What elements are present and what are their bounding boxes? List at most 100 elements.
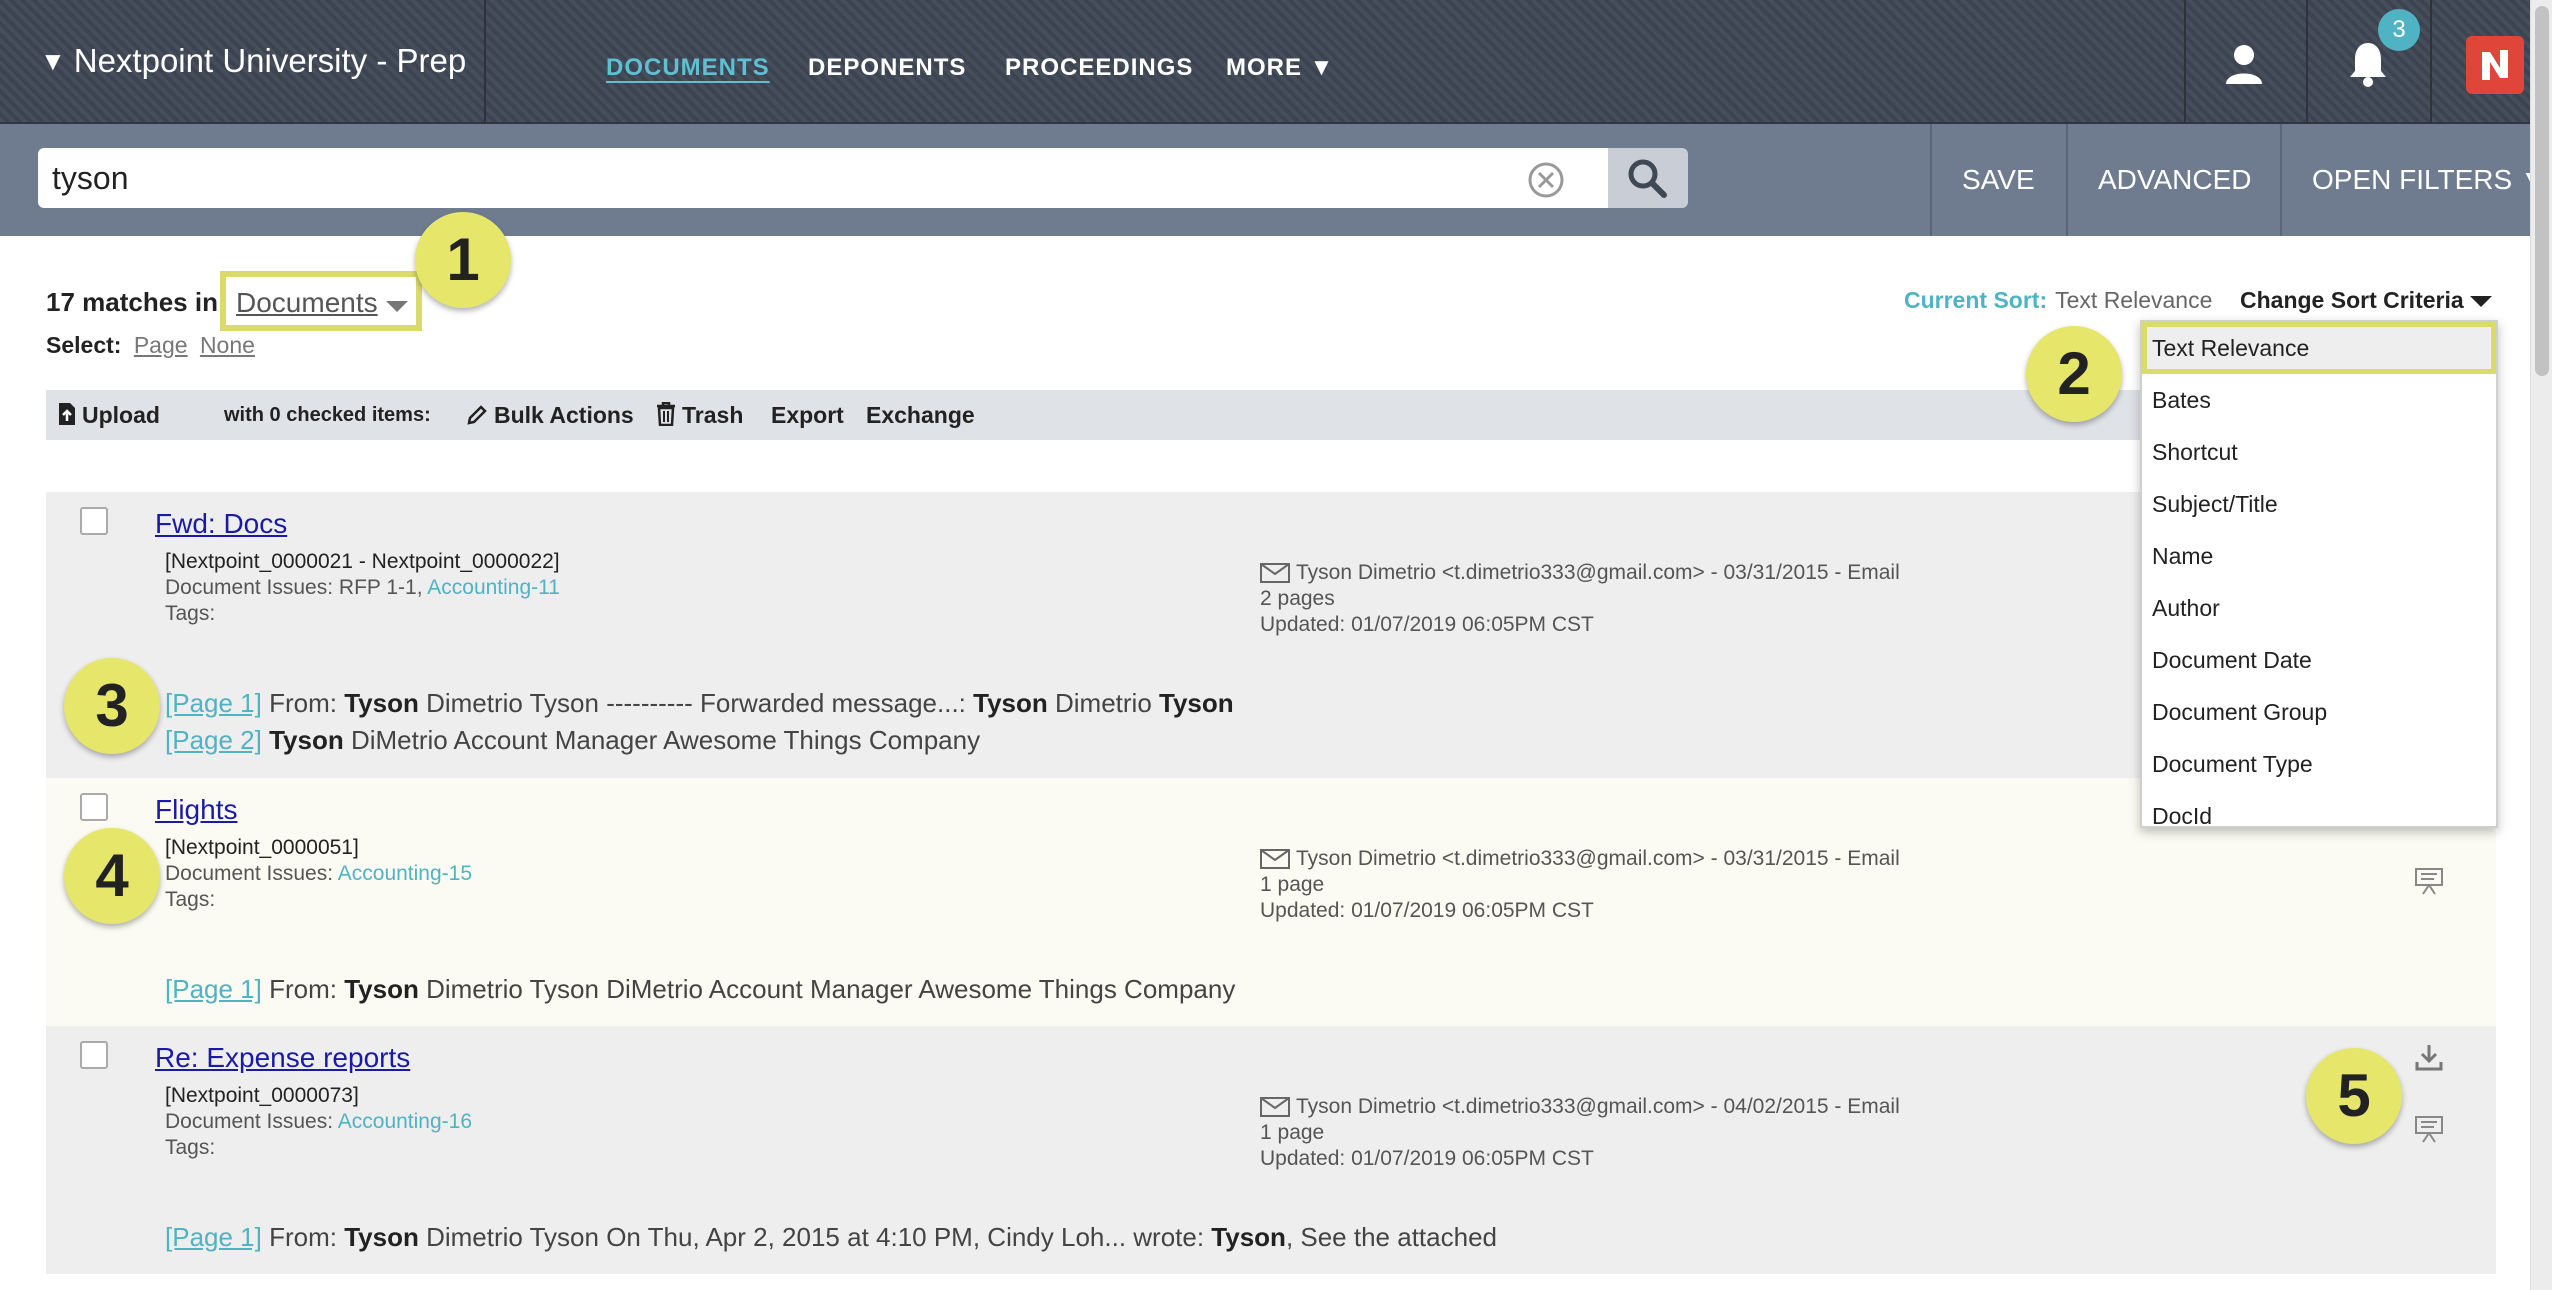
sort-option-author[interactable]: Author	[2142, 582, 2496, 634]
snippet-hit: Tyson	[269, 725, 344, 755]
caret-down-icon	[2469, 296, 2492, 308]
upload-label: Upload	[82, 402, 160, 428]
issue-link[interactable]: Accounting-16	[338, 1110, 472, 1133]
snippet-page-link[interactable]: [Page 2]	[165, 725, 262, 755]
change-sort-button[interactable]: Change Sort Criteria	[2240, 287, 2492, 314]
updated-date: Updated: 01/07/2019 06:05PM CST	[1260, 899, 1594, 922]
document-title-link[interactable]: Fwd: Docs	[155, 508, 287, 540]
search-snippet: [Page 1] From: Tyson Dimetrio Tyson DiMe…	[165, 974, 1235, 1005]
sort-option-document-group[interactable]: Document Group	[2142, 686, 2496, 738]
document-meta: [Nextpoint_0000021 - Nextpoint_0000022] …	[165, 549, 560, 627]
open-filters-button[interactable]: OPEN FILTERS ▼	[2312, 164, 2548, 196]
presentation-icon[interactable]	[2414, 1114, 2444, 1144]
result-row: Re: Expense reports [Nextpoint_0000073] …	[46, 1026, 2496, 1274]
nav-divider	[484, 0, 486, 124]
user-icon[interactable]	[2222, 42, 2266, 86]
issues-line: Document Issues: Accounting-16	[165, 1109, 472, 1135]
snippet-page-link[interactable]: [Page 1]	[165, 688, 262, 718]
email-from: Tyson Dimetrio <t.dimetrio333@gmail.com>…	[1296, 561, 1900, 584]
email-envelope-icon	[1260, 1097, 1290, 1118]
search-button[interactable]	[1608, 148, 1688, 208]
bell-icon[interactable]	[2346, 40, 2390, 88]
select-none-link[interactable]: None	[200, 332, 255, 358]
sort-option-name[interactable]: Name	[2142, 530, 2496, 582]
issue-link[interactable]: Accounting-15	[338, 862, 472, 885]
advanced-search-button[interactable]: ADVANCED	[2098, 164, 2252, 196]
checked-items-text: with 0 checked items:	[224, 404, 431, 426]
snippet-page-link[interactable]: [Page 1]	[165, 1222, 262, 1252]
nav-documents[interactable]: DOCUMENTS	[606, 54, 770, 82]
document-title-link[interactable]: Re: Expense reports	[155, 1042, 410, 1074]
select-label: Select:	[46, 332, 122, 358]
collection-dropdown[interactable]: Documents	[220, 271, 422, 331]
save-search-button[interactable]: SAVE	[1962, 164, 2035, 196]
nextpoint-logo[interactable]	[2466, 36, 2524, 94]
vertical-scrollbar[interactable]	[2530, 0, 2552, 1290]
match-count: 17 matches in	[46, 287, 218, 317]
sort-option-subject-title[interactable]: Subject/Title	[2142, 478, 2496, 530]
current-sort-label: Current Sort:	[1904, 287, 2048, 313]
snippet-hit: Tyson	[973, 688, 1048, 718]
issues-label: Document Issues:	[165, 576, 334, 599]
export-button[interactable]: Export	[771, 402, 844, 429]
snippet-hit: Tyson	[344, 1222, 419, 1252]
trash-button[interactable]: Trash	[656, 401, 743, 429]
presentation-icon[interactable]	[2414, 866, 2444, 896]
search-input[interactable]	[38, 148, 1608, 208]
row-checkbox[interactable]	[80, 1041, 108, 1069]
snippet-text: , See the attached	[1285, 1222, 1497, 1252]
email-from-line: Tyson Dimetrio <t.dimetrio333@gmail.com>…	[1260, 846, 1900, 872]
exchange-button[interactable]: Exchange	[866, 402, 975, 429]
result-row: Fwd: Docs [Nextpoint_0000021 - Nextpoint…	[46, 492, 2496, 778]
file-upload-icon	[59, 403, 75, 425]
nav-proceedings[interactable]: PROCEEDINGS	[1005, 54, 1193, 82]
divider	[1930, 124, 1932, 236]
email-from: Tyson Dimetrio <t.dimetrio333@gmail.com>…	[1296, 1095, 1900, 1118]
nav-more[interactable]: MORE ▼	[1226, 54, 1334, 82]
sort-option-document-date[interactable]: Document Date	[2142, 634, 2496, 686]
snippet-text: Dimetrio Tyson ---------- Forwarded mess…	[418, 688, 974, 718]
select-controls: Select: Page None	[46, 332, 255, 359]
search-snippet: [Page 1] From: Tyson Dimetrio Tyson ----…	[165, 688, 1234, 719]
upload-button[interactable]: Upload	[58, 402, 160, 429]
tags-label: Tags:	[165, 602, 216, 625]
magnifier-icon	[1628, 159, 1667, 198]
document-meta: [Nextpoint_0000051] Document Issues: Acc…	[165, 835, 472, 913]
row-checkbox[interactable]	[80, 507, 108, 535]
page-count: 1 page	[1260, 873, 1325, 896]
callout-marker-4: 4	[64, 828, 160, 924]
current-sort: Current Sort: Text Relevance	[1904, 287, 2212, 314]
document-title-link[interactable]: Flights	[155, 794, 237, 826]
current-sort-value: Text Relevance	[2055, 287, 2213, 313]
snippet-hit: Tyson	[1159, 688, 1234, 718]
select-page-link[interactable]: Page	[134, 332, 188, 358]
search-bar: SAVE ADVANCED OPEN FILTERS ▼	[0, 124, 2548, 236]
sort-option-shortcut[interactable]: Shortcut	[2142, 426, 2496, 478]
row-checkbox[interactable]	[80, 793, 108, 821]
issue-link[interactable]: Accounting-11	[427, 576, 560, 599]
bates-range: [Nextpoint_0000073]	[165, 1084, 359, 1107]
nav-deponents[interactable]: DEPONENTS	[808, 54, 966, 82]
sort-option-docid[interactable]: DocId	[2142, 790, 2496, 826]
collection-dropdown-label: Documents	[236, 287, 378, 318]
sort-option-text-relevance[interactable]: Text Relevance	[2142, 322, 2496, 374]
snippet-page-link[interactable]: [Page 1]	[165, 974, 262, 1004]
bulk-actions-button[interactable]: Bulk Actions	[466, 402, 634, 429]
sort-option-bates[interactable]: Bates	[2142, 374, 2496, 426]
pencil-icon	[467, 405, 487, 425]
snippet-hit: Tyson	[344, 688, 419, 718]
tags-label: Tags:	[165, 888, 216, 911]
sort-criteria-menu: Text Relevance Bates Shortcut Subject/Ti…	[2140, 320, 2498, 828]
email-from-line: Tyson Dimetrio <t.dimetrio333@gmail.com>…	[1260, 560, 1900, 586]
bates-range: [Nextpoint_0000051]	[165, 836, 359, 859]
updated-date: Updated: 01/07/2019 06:05PM CST	[1260, 613, 1594, 636]
change-sort-label: Change Sort Criteria	[2240, 287, 2464, 313]
sort-option-document-type[interactable]: Document Type	[2142, 738, 2496, 790]
top-nav: ▼ Nextpoint University - Prep DOCUMENTS D…	[0, 0, 2552, 124]
clear-search-icon[interactable]	[1526, 160, 1566, 200]
download-icon[interactable]	[2414, 1042, 2444, 1072]
app-switcher[interactable]: ▼ Nextpoint University - Prep	[40, 42, 466, 80]
caret-down-icon: ▼	[40, 46, 66, 76]
scrollbar-thumb[interactable]	[2535, 6, 2549, 376]
document-meta: [Nextpoint_0000073] Document Issues: Acc…	[165, 1083, 472, 1161]
